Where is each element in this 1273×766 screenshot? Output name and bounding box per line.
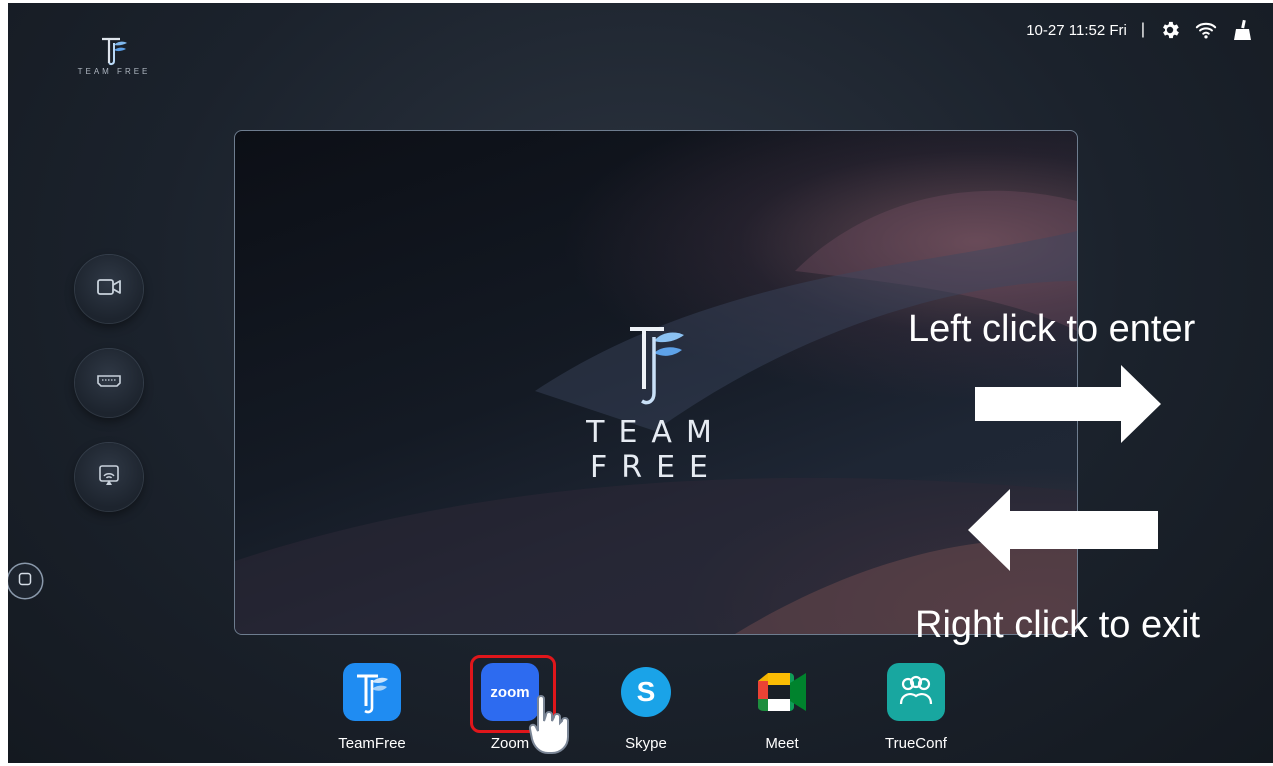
home-screen: TEAM FREE 10-27 11:52 Fri | TEAM FREE Le… <box>8 3 1273 763</box>
left-arrow-icon <box>968 489 1158 571</box>
exit-instruction: Right click to exit <box>915 604 1201 646</box>
clean-broom-icon[interactable] <box>1231 19 1253 41</box>
teamfree-large-logo-icon <box>624 321 688 411</box>
enter-instruction: Left click to enter <box>908 308 1196 350</box>
app-trueconf[interactable]: TrueConf <box>876 663 956 752</box>
app-meet[interactable]: Meet <box>742 663 822 752</box>
main-preview[interactable]: TEAM FREE <box>234 130 1078 635</box>
app-skype[interactable]: S Skype <box>606 663 686 752</box>
status-bar: 10-27 11:52 Fri | <box>1026 17 1253 43</box>
meet-app-icon <box>753 663 811 721</box>
trueconf-app-icon <box>887 663 945 721</box>
camera-icon <box>96 277 122 302</box>
screen-cast-button[interactable] <box>75 443 143 511</box>
skype-icon-text: S <box>636 676 656 707</box>
skype-app-icon: S <box>617 663 675 721</box>
teamfree-app-icon <box>343 663 401 721</box>
floating-home-button[interactable] <box>8 564 42 598</box>
wifi-icon[interactable] <box>1195 19 1217 41</box>
hdmi-button[interactable] <box>75 349 143 417</box>
brand-text: TEAM FREE <box>77 67 151 76</box>
preview-logo: TEAM FREE <box>511 321 801 485</box>
app-label: TrueConf <box>885 735 947 752</box>
status-divider: | <box>1140 21 1145 38</box>
datetime: 10-27 11:52 Fri <box>1026 21 1127 39</box>
settings-gear-icon[interactable] <box>1159 19 1181 41</box>
square-icon <box>18 572 32 591</box>
hand-pointer-icon <box>528 695 569 754</box>
right-arrow-icon <box>975 365 1161 443</box>
hdmi-icon <box>96 373 122 394</box>
app-teamfree[interactable]: TeamFree <box>332 663 412 752</box>
screen-cast-icon <box>97 463 121 492</box>
camera-button[interactable] <box>75 255 143 323</box>
app-label: TeamFree <box>338 735 406 752</box>
app-label: Skype <box>625 735 667 752</box>
app-label: Meet <box>765 735 799 752</box>
brand-logo: TEAM FREE <box>54 33 174 76</box>
teamfree-logo-icon <box>96 33 132 69</box>
preview-brand-text: TEAM FREE <box>586 415 726 485</box>
